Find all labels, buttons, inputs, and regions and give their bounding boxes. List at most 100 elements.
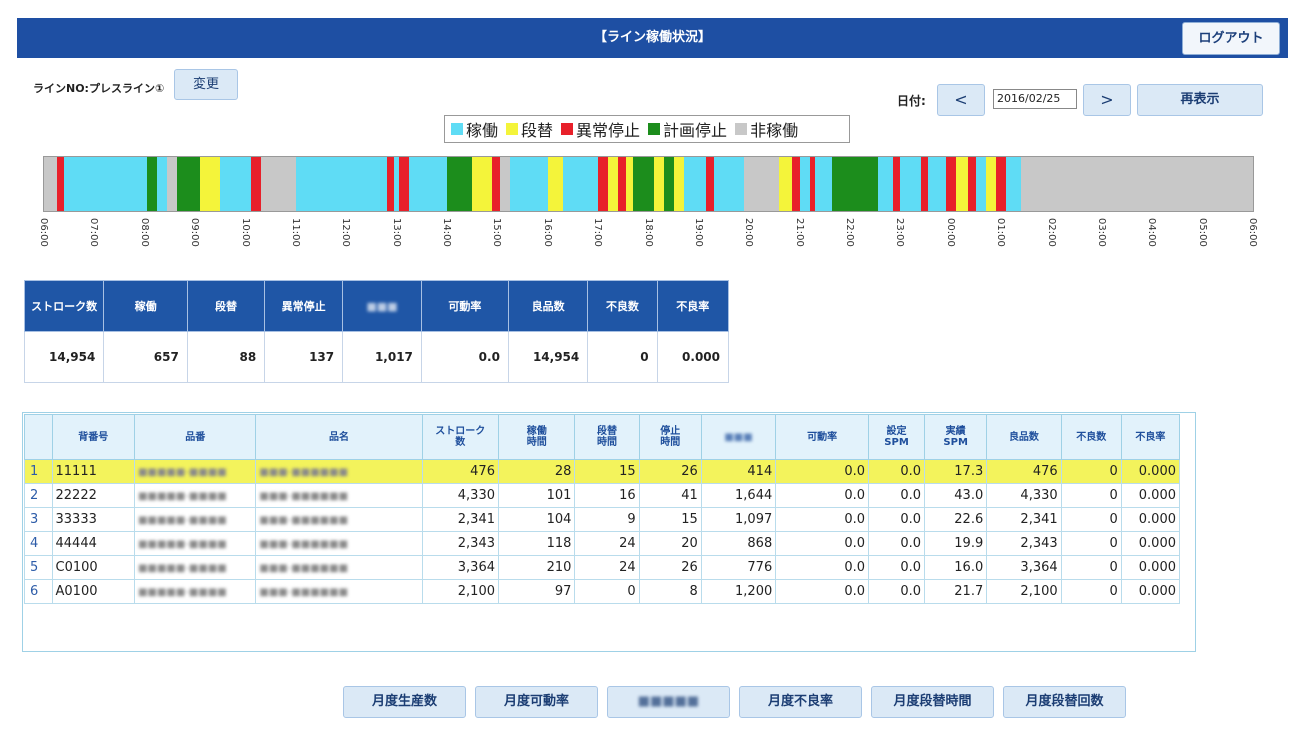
timeline-segment [945, 157, 956, 211]
summary-header: 稼働 [103, 280, 188, 332]
monthly-report-button[interactable]: 月度段替回数 [1003, 686, 1126, 718]
cell-value: 0.0 [775, 507, 869, 532]
timeline-segment [683, 157, 707, 211]
timeline-segment [900, 157, 921, 211]
timeline-tick-label: 08:00 [138, 218, 150, 247]
part-number-redacted: ■■■■■-■■■■ [134, 507, 257, 532]
redacted-text: ■■■-■■■■■■ [259, 563, 349, 574]
timeline-tick-label: 21:00 [793, 218, 805, 247]
timeline-segment [295, 157, 387, 211]
timeline-segment [167, 157, 178, 211]
cell-value: 0 [1060, 555, 1122, 580]
cell-value: 0 [1060, 579, 1122, 604]
timeline-segment [598, 157, 609, 211]
prev-date-button[interactable]: < [937, 84, 985, 116]
table-row[interactable]: 1 11111 ■■■■■-■■■■ ■■■-■■■■■■ 476 28 15 26 414 0.… [24, 459, 1181, 484]
summary-value: 657 [103, 331, 188, 383]
date-label: 日付: [897, 94, 926, 108]
table-row[interactable]: 3 33333 ■■■■■-■■■■ ■■■-■■■■■■ 2,341 104 9 15 1,0… [24, 507, 1181, 532]
cell-value: 2,343 [986, 531, 1062, 556]
logout-button[interactable]: ログアウト [1182, 22, 1280, 55]
timeline-segment [653, 157, 664, 211]
timeline-tick-label: 18:00 [642, 218, 654, 247]
timeline-segment [260, 157, 296, 211]
timeline-segment [386, 157, 395, 211]
cell-value: 26 [638, 459, 702, 484]
timeline-tick-label: 15:00 [491, 218, 503, 247]
date-input[interactable]: 2016/02/25 [993, 89, 1077, 109]
timeline-segment [799, 157, 810, 211]
monthly-report-button[interactable]: 月度段替時間 [871, 686, 994, 718]
legend-swatch [648, 123, 661, 135]
part-code: 44444 [51, 531, 136, 556]
timeline-segment [920, 157, 929, 211]
cell-value: 97 [497, 579, 576, 604]
legend-label: 稼働 [466, 121, 499, 140]
table-row[interactable]: 4 44444 ■■■■■-■■■■ ■■■-■■■■■■ 2,343 118 24 20 86… [24, 531, 1181, 556]
detail-header: 不良率 [1120, 414, 1181, 460]
legend-label: 非稼働 [750, 121, 799, 140]
summary-value: 88 [186, 331, 266, 383]
cell-value: 776 [700, 555, 777, 580]
timeline-segment [1006, 157, 1022, 211]
detail-header: 品名 [255, 414, 423, 460]
summary-header: 良品数 [507, 280, 589, 332]
timeline-segment [625, 157, 634, 211]
summary-value: 137 [264, 331, 344, 383]
redacted-text: ■■■■■-■■■■ [138, 563, 227, 574]
cell-value: 0.000 [1120, 507, 1181, 532]
cell-value: 16.0 [924, 555, 988, 580]
legend-item: 稼働 [451, 117, 498, 141]
timeline-segment [562, 157, 599, 211]
monthly-report-button[interactable]: ■■■■■ [607, 686, 730, 718]
change-line-button[interactable]: 変更 [174, 69, 238, 100]
part-name-redacted: ■■■-■■■■■■ [255, 579, 423, 604]
monthly-report-button[interactable]: 月度不良率 [739, 686, 862, 718]
timeline-segment [177, 157, 201, 211]
detail-header: ■■■ [700, 414, 777, 460]
refresh-button[interactable]: 再表示 [1137, 84, 1263, 116]
cell-value: 210 [497, 555, 576, 580]
legend-swatch [735, 123, 748, 135]
timeline-segment [673, 157, 684, 211]
timeline-tick-label: 01:00 [995, 218, 1007, 247]
cell-value: 15 [574, 459, 640, 484]
timeline-tick-label: 23:00 [894, 218, 906, 247]
cell-value: 0.0 [775, 459, 869, 484]
cell-value: 0 [1060, 483, 1122, 508]
timeline-segment [792, 157, 800, 211]
cell-value: 2,341 [421, 507, 499, 532]
table-row[interactable]: 2 22222 ■■■■■-■■■■ ■■■-■■■■■■ 4,330 101 16 41 1,… [24, 483, 1181, 508]
summary-header: 段替 [186, 280, 266, 332]
cell-value: 1,097 [700, 507, 777, 532]
row-number: 5 [24, 555, 53, 580]
monthly-report-button[interactable]: 月度生産数 [343, 686, 466, 718]
cell-value: 118 [497, 531, 576, 556]
timeline-tick-label: 00:00 [944, 218, 956, 247]
timeline-tick-label: 02:00 [1045, 218, 1057, 247]
timeline-segment [56, 157, 65, 211]
redacted-label: ■■■ [724, 431, 753, 443]
cell-value: 2,343 [421, 531, 499, 556]
timeline-segment [499, 157, 510, 211]
detail-header: 設定 SPM [867, 414, 926, 460]
timeline-tick-label: 14:00 [441, 218, 452, 247]
timeline-tick-label: 10:00 [239, 218, 251, 247]
detail-header: 稼働 時間 [497, 414, 576, 460]
summary-header: 不良率 [656, 280, 730, 332]
part-name-redacted: ■■■-■■■■■■ [255, 483, 423, 508]
monthly-report-button[interactable]: 月度可動率 [475, 686, 598, 718]
timeline-segment [975, 157, 986, 211]
table-row[interactable]: 5 C0100 ■■■■■-■■■■ ■■■-■■■■■■ 3,364 210 24 26 77… [24, 555, 1181, 580]
table-row[interactable]: 6 A0100 ■■■■■-■■■■ ■■■-■■■■■■ 2,100 97 0 8 1,200… [24, 579, 1181, 604]
timeline-segment [986, 157, 997, 211]
redacted-label: ■■■ [366, 299, 398, 313]
timeline-segment [509, 157, 548, 211]
row-number: 2 [24, 483, 53, 508]
redacted-text: ■■■■■-■■■■ [138, 467, 227, 478]
timeline-segment [608, 157, 619, 211]
summary-header: ■■■ [342, 280, 422, 332]
cell-value: 21.7 [924, 579, 988, 604]
cell-value: 16 [574, 483, 640, 508]
next-date-button[interactable]: > [1083, 84, 1131, 116]
